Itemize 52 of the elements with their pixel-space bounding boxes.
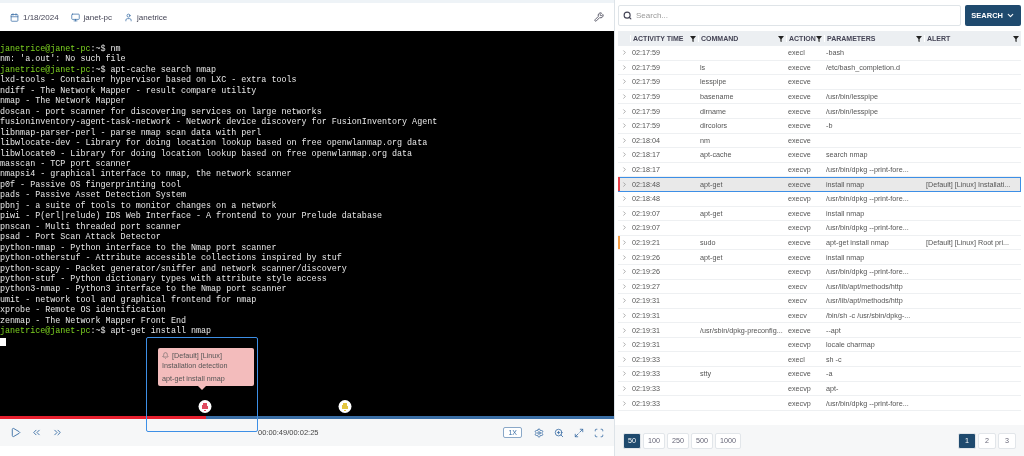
terminal-line: janetrice@janet-pc:~$ apt-cache search nmap xyxy=(0,64,218,75)
terminal-line: libwlocate0 - Library for doing location lookup based on free openwlanmap.org data xyxy=(0,148,414,159)
terminal-line: janetrice@janet-pc:~$ apt-get install nmap xyxy=(0,326,213,337)
forward-button[interactable] xyxy=(52,427,63,438)
terminal-line: libnmap-parser-perl - parse nmap scan data with perl xyxy=(0,127,263,138)
host-name: janet-pc xyxy=(83,12,113,22)
terminal-line: masscan - TCP port scanner xyxy=(0,159,132,169)
terminal-line: janetrice@janet-pc:~$ nm xyxy=(0,44,122,54)
terminal-line: ndiff - The Network Mapper - result compare utility xyxy=(0,85,258,96)
zoom-in-button[interactable] xyxy=(554,427,564,438)
fullscreen-button[interactable] xyxy=(594,427,604,438)
terminal-line: piwi - P(erl|relude) IDS Web Interface - A frontend to your Prelude database xyxy=(0,211,383,222)
terminal-line: nm: 'a.out': No such file xyxy=(0,54,127,65)
terminal-line: fusioninventory-agent-task-network - Network device discovery for FusionInventory Agent xyxy=(0,117,439,128)
terminal-line: lxd-tools - Container hypervisor based on LXC - extra tools xyxy=(0,75,298,86)
settings-button[interactable] xyxy=(534,427,544,438)
chevron-down-icon xyxy=(1006,11,1015,20)
search-icon xyxy=(623,11,632,20)
play-button[interactable] xyxy=(10,427,21,438)
terminal-line: python-stuf - Python dictionary types with attribute style access xyxy=(0,273,328,284)
wrench-icon[interactable] xyxy=(594,12,604,22)
progress-track[interactable] xyxy=(0,416,614,419)
filter-icon[interactable] xyxy=(778,35,784,42)
terminal-line: pbnj - a suite of tools to monitor changes on a network xyxy=(0,200,278,211)
terminal-line: python-scapy - Packet generator/sniffer and network scanner/discovery xyxy=(0,263,348,274)
terminal-line: pads - Passive Asset Detection System xyxy=(0,190,187,201)
filter-icon[interactable] xyxy=(1013,35,1019,42)
terminal-line: python-nmap - Python interface to the Nmap port scanner xyxy=(0,242,278,253)
terminal-line: psad - Port Scan Attack Detector xyxy=(0,232,162,243)
terminal-line: nmap - The Network Mapper xyxy=(0,96,127,107)
terminal-line: python3-nmap - Python3 interface to the Nmap port scanner xyxy=(0,284,288,295)
user-icon xyxy=(124,12,134,22)
bell-icon xyxy=(162,352,169,359)
terminal-line: python-otherstuf - Attribute accessible collections inspired by stuf xyxy=(0,253,343,264)
session-date: 1/18/2024 xyxy=(23,12,59,22)
terminal-line: pnscan - Multi threaded port scanner xyxy=(0,221,182,232)
monitor-icon xyxy=(70,12,80,22)
filter-icon[interactable] xyxy=(816,35,822,42)
user-name: janetrice xyxy=(137,12,168,22)
filter-icon[interactable] xyxy=(690,35,696,42)
filter-icon[interactable] xyxy=(916,35,922,42)
search-field[interactable]: Search... xyxy=(618,5,962,26)
terminal-line: xprobe - Remote OS identification xyxy=(0,305,167,316)
terminal-line: umit - network tool and graphical frontend for nmap xyxy=(0,294,258,305)
expand-button[interactable] xyxy=(574,427,584,438)
terminal-line: zenmap - The Network Mapper Front End xyxy=(0,315,187,326)
terminal-line: nmapsi4 - graphical interface to nmap, the network scanner xyxy=(0,169,293,180)
terminal-line: libwlocate-dev - Library for doing location lookup based on free openwlanmap.org data xyxy=(0,138,429,149)
rewind-button[interactable] xyxy=(31,427,42,438)
terminal-line: p0f - Passive OS fingerprinting tool xyxy=(0,179,182,190)
terminal-line: doscan - port scanner for discovering services on large networks xyxy=(0,106,323,117)
calendar-icon xyxy=(10,12,19,22)
